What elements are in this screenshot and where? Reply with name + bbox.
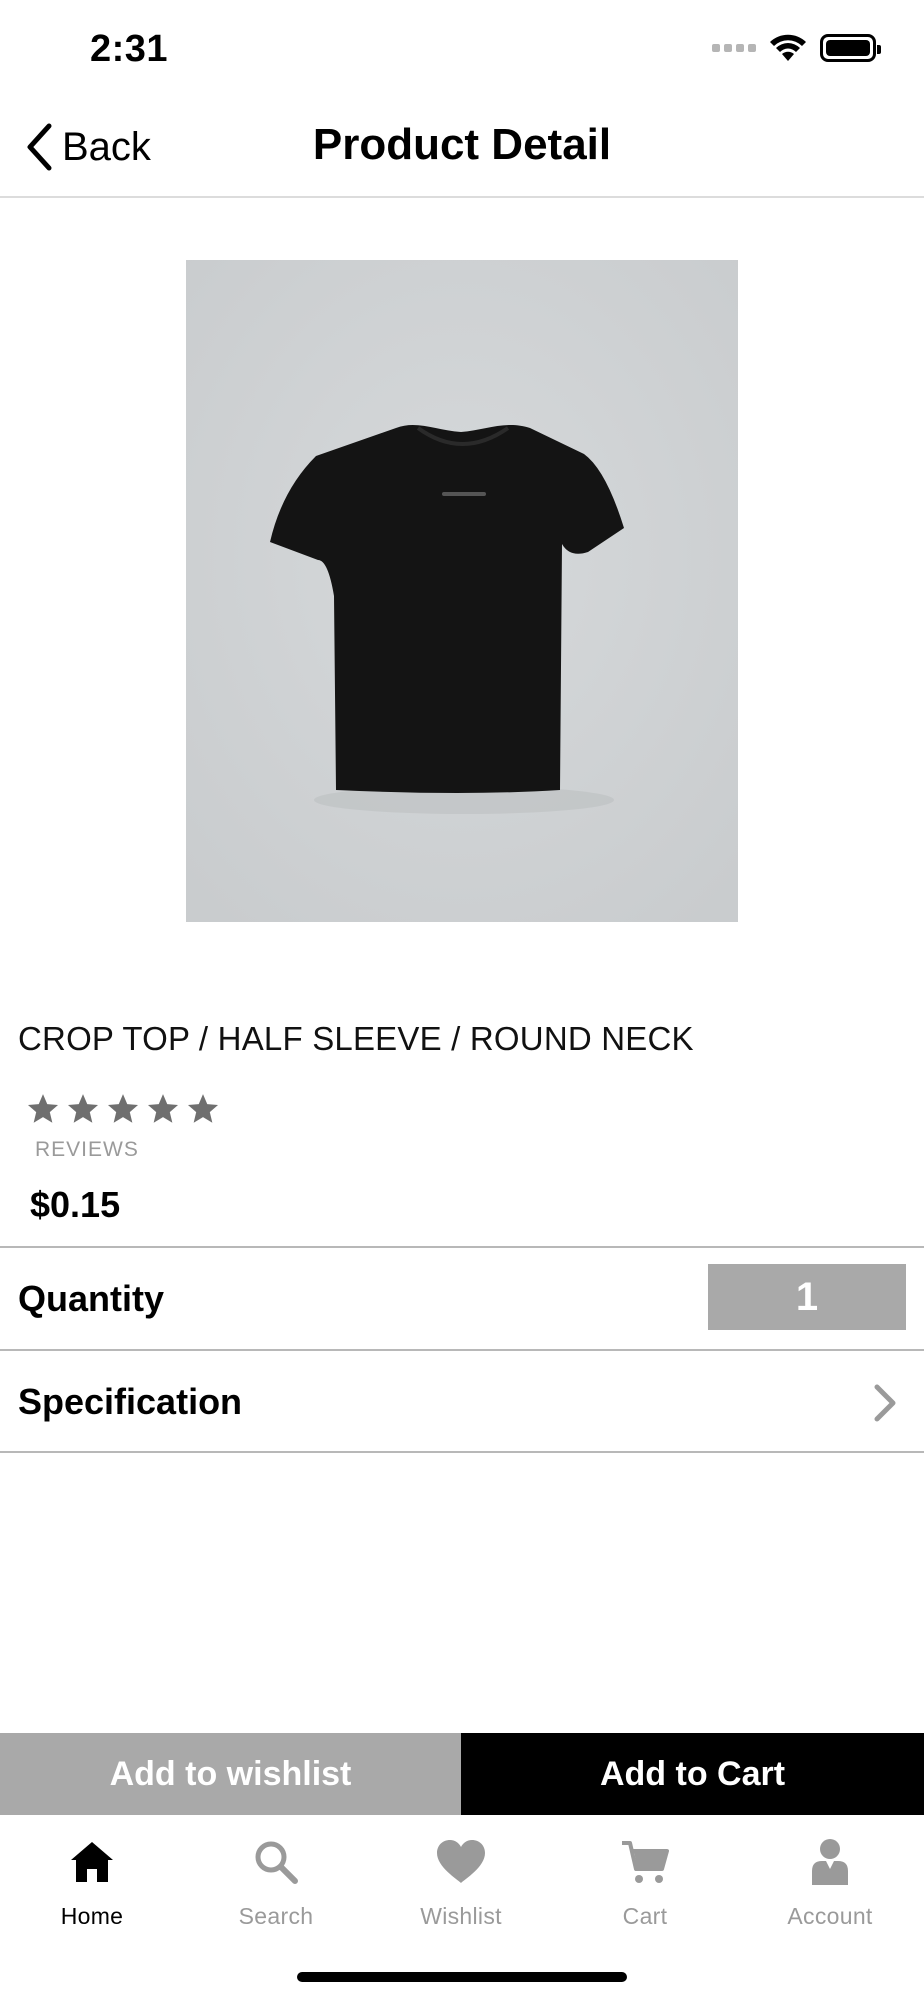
star-icon	[27, 1094, 59, 1123]
status-bar: 2:31	[0, 0, 924, 100]
add-to-cart-button[interactable]: Add to Cart	[461, 1733, 924, 1815]
add-to-wishlist-button[interactable]: Add to wishlist	[0, 1733, 461, 1815]
tab-home[interactable]: Home	[0, 1833, 184, 1930]
search-icon	[255, 1841, 298, 1884]
page-title: Product Detail	[312, 120, 612, 169]
tab-search[interactable]: Search	[184, 1833, 368, 1930]
navigation-bar: Back Product Detail	[0, 100, 924, 198]
quantity-selector[interactable]: 1	[708, 1264, 906, 1330]
star-icon	[107, 1094, 139, 1123]
tab-label: Search	[238, 1903, 314, 1929]
star-icon	[187, 1094, 219, 1123]
tab-account[interactable]: Account	[738, 1833, 922, 1930]
specification-row[interactable]: Specification	[0, 1349, 924, 1453]
status-time: 2:31	[90, 28, 169, 70]
cart-icon	[622, 1841, 669, 1883]
heart-icon	[437, 1840, 485, 1883]
tab-bar: Home Search Wishlist Cart Account	[0, 1815, 924, 2000]
home-indicator[interactable]	[297, 1972, 627, 1982]
tab-label: Cart	[622, 1903, 668, 1929]
specification-label: Specification	[18, 1381, 243, 1422]
quantity-row: Quantity 1	[0, 1246, 924, 1350]
cellular-signal-icon	[712, 44, 756, 52]
star-icon	[147, 1094, 179, 1123]
tab-wishlist[interactable]: Wishlist	[369, 1833, 553, 1930]
tab-label: Account	[787, 1903, 873, 1929]
status-icons	[712, 34, 881, 62]
tab-label: Home	[60, 1903, 124, 1929]
user-icon	[812, 1839, 848, 1885]
product-image	[186, 260, 738, 922]
product-title: CROP TOP / HALF SLEEVE / ROUND NECK	[18, 1020, 694, 1057]
tab-cart[interactable]: Cart	[553, 1833, 737, 1930]
product-price: $0.15	[30, 1184, 121, 1225]
battery-icon	[820, 34, 881, 62]
tab-label: Wishlist	[420, 1903, 502, 1929]
reviews-label[interactable]: REVIEWS	[35, 1138, 139, 1162]
star-icon	[67, 1094, 99, 1123]
tshirt-photo	[186, 260, 738, 922]
home-icon	[71, 1842, 113, 1882]
wifi-icon	[770, 34, 806, 61]
rating-stars	[26, 1092, 220, 1126]
chevron-right-icon	[874, 1384, 896, 1422]
action-bar: Add to wishlist Add to Cart	[0, 1733, 924, 1815]
quantity-label: Quantity	[18, 1278, 165, 1319]
